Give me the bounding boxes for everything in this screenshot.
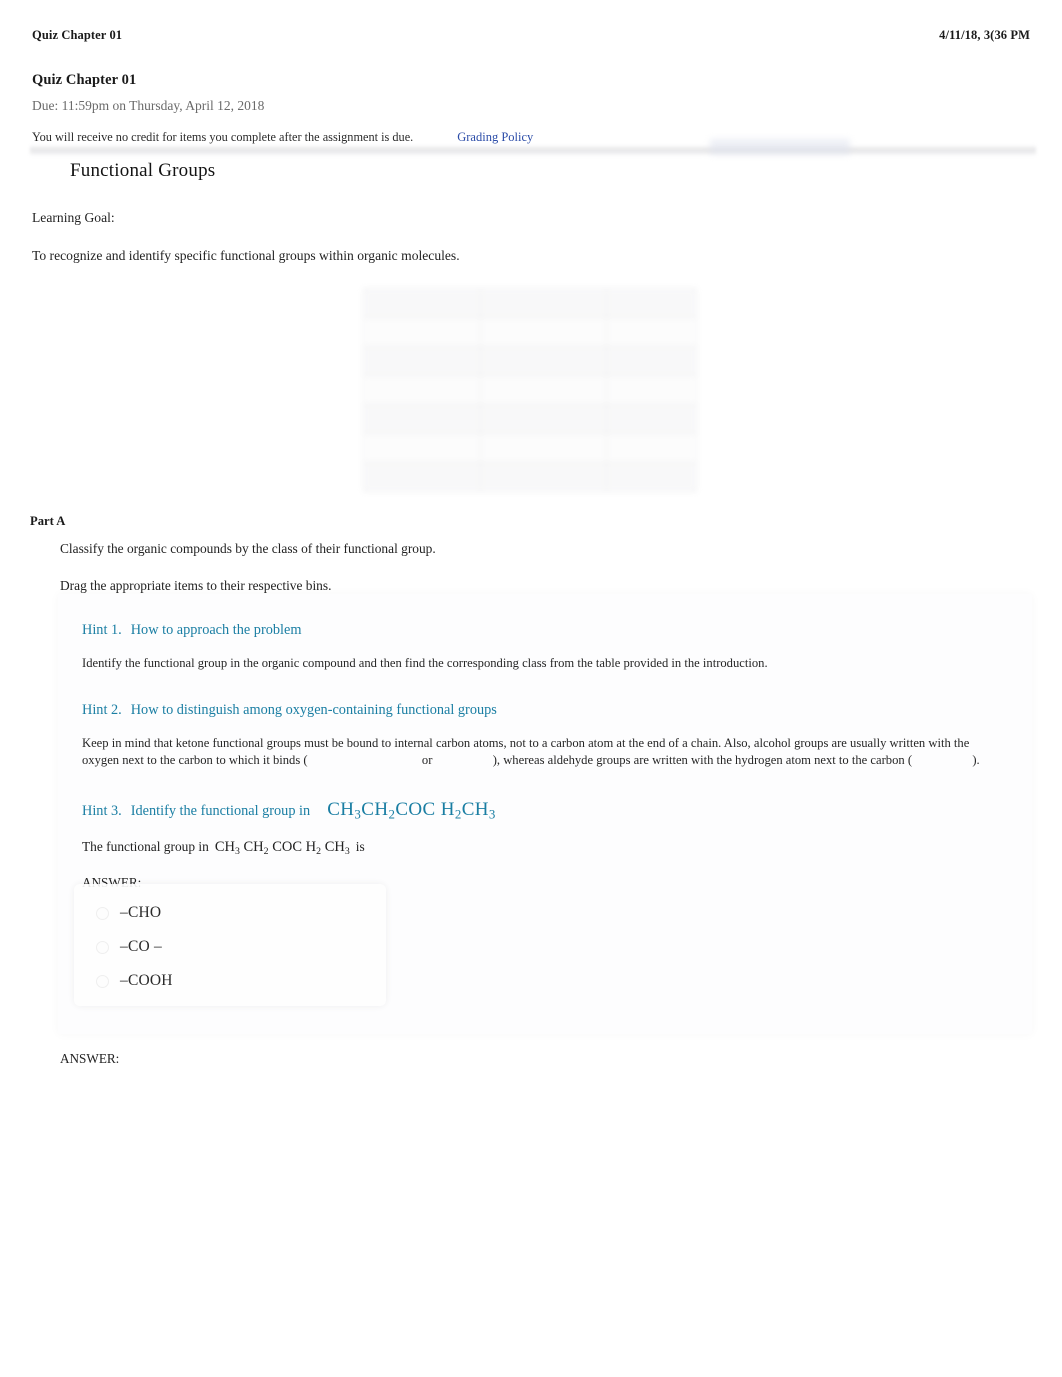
table-cell [363,346,481,376]
table-cell [363,375,481,405]
hint-3-formula: CH3CH2COC H2CH3 [327,799,496,822]
table-row [363,375,697,405]
table-cell [363,288,481,318]
table-row [363,404,697,434]
table-cell [363,462,481,492]
table-cell [606,375,697,405]
print-header-title: Quiz Chapter 01 [32,28,123,42]
assignment-note-row: You will receive no credit for items you… [32,130,1030,145]
assignment-due-date: Due: 11:59pm on Thursday, April 12, 2018 [32,98,265,113]
table-cell [363,433,481,463]
hint-2-number: Hint 2. [82,702,122,719]
hint-1-body: Identify the functional group in the org… [82,656,768,670]
print-header-date: 4/11/18, 3(36 PM [939,28,1030,42]
table-cell [363,404,481,434]
hint-3-question-formula: CH3 CH2 COC H2 CH3 [214,838,350,857]
table-cell [479,375,608,405]
hints-inner: Hint 1. How to approach the problem Iden… [58,594,1032,917]
table-row [363,346,697,376]
table-row [363,288,697,318]
table-cell [479,288,608,318]
table-row [363,433,697,463]
learning-goal-label: Learning Goal: [32,210,115,225]
option-label-cho: –CHO [120,904,162,921]
table-cell [363,317,481,347]
option-row-cho[interactable]: –CHO [96,904,173,922]
table-cell [479,346,608,376]
problem-intro: Functional Groups Learning Goal: To reco… [32,160,1036,264]
table-cell [606,404,697,434]
hint-1-heading[interactable]: Hint 1. How to approach the problem [82,622,1008,639]
hint-2-title: How to distinguish among oxygen-containi… [130,702,497,719]
hint-2-body-part-2: or [421,753,433,768]
page-title: Functional Groups [70,160,216,181]
hint-2-body-part-3: ), whereas aldehyde groups are written w… [492,753,913,768]
assignment-title: Quiz Chapter 01 [32,72,137,88]
hint-2-heading[interactable]: Hint 2. How to distinguish among oxygen-… [82,702,1008,719]
assignment-block: Quiz Chapter 01 Due: 11:59pm on Thursday… [32,72,1030,145]
part-a-answer-label: ANSWER: [60,1051,120,1066]
hint-2-body: Keep in mind that ketone functional grou… [82,735,1008,769]
faded-reference-table [363,288,697,492]
faded-table-body [363,288,697,492]
option-row-co[interactable]: –CO – [96,938,173,956]
assignment-credit-note: You will receive no credit for items you… [32,130,414,144]
table-cell [606,317,697,347]
hint-3-question-line: The functional group in CH3 CH2 COC H2 C… [82,839,1008,857]
part-a-instruction-1: Classify the organic compounds by the cl… [60,541,436,556]
table-row [363,317,697,347]
part-a-label: Part A [30,514,66,528]
table-cell [479,462,608,492]
part-a-instruction-2: Drag the appropriate items to their resp… [60,578,332,593]
option-row-cooh[interactable]: –COOH [96,972,173,990]
grading-policy-link[interactable]: Grading Policy [457,130,533,145]
hint-2-body-part-4: ). [972,753,980,768]
hint-1-title: How to approach the problem [130,622,302,638]
print-header: Quiz Chapter 01 4/11/18, 3(36 PM [32,28,1030,43]
table-cell [479,317,608,347]
section-divider-bar [30,145,1036,156]
hint-3-heading[interactable]: Hint 3. Identify the functional group in… [82,799,1008,823]
table-row [363,462,697,492]
functional-groups-table-image [363,288,697,492]
hint-1-number: Hint 1. [82,622,122,638]
table-cell [479,404,608,434]
radio-button-icon[interactable] [96,940,109,954]
radio-button-icon[interactable] [96,906,109,920]
radio-button-icon[interactable] [96,974,109,988]
table-cell [606,288,697,318]
hint-3-question-prefix: The functional group in [82,838,209,854]
option-label-co: –CO – [120,938,162,955]
hint-3-number: Hint 3. [82,803,122,820]
table-cell [606,346,697,376]
table-cell [606,462,697,492]
option-label-cooh: –COOH [120,972,173,989]
learning-goal-text: To recognize and identify specific funct… [32,248,460,263]
table-cell [606,433,697,463]
answer-options-list[interactable]: –CHO –CO – –COOH [96,904,173,990]
hint-3-question-suffix: is [355,838,365,854]
hint-3-title: Identify the functional group in [130,803,311,820]
table-cell [479,433,608,463]
